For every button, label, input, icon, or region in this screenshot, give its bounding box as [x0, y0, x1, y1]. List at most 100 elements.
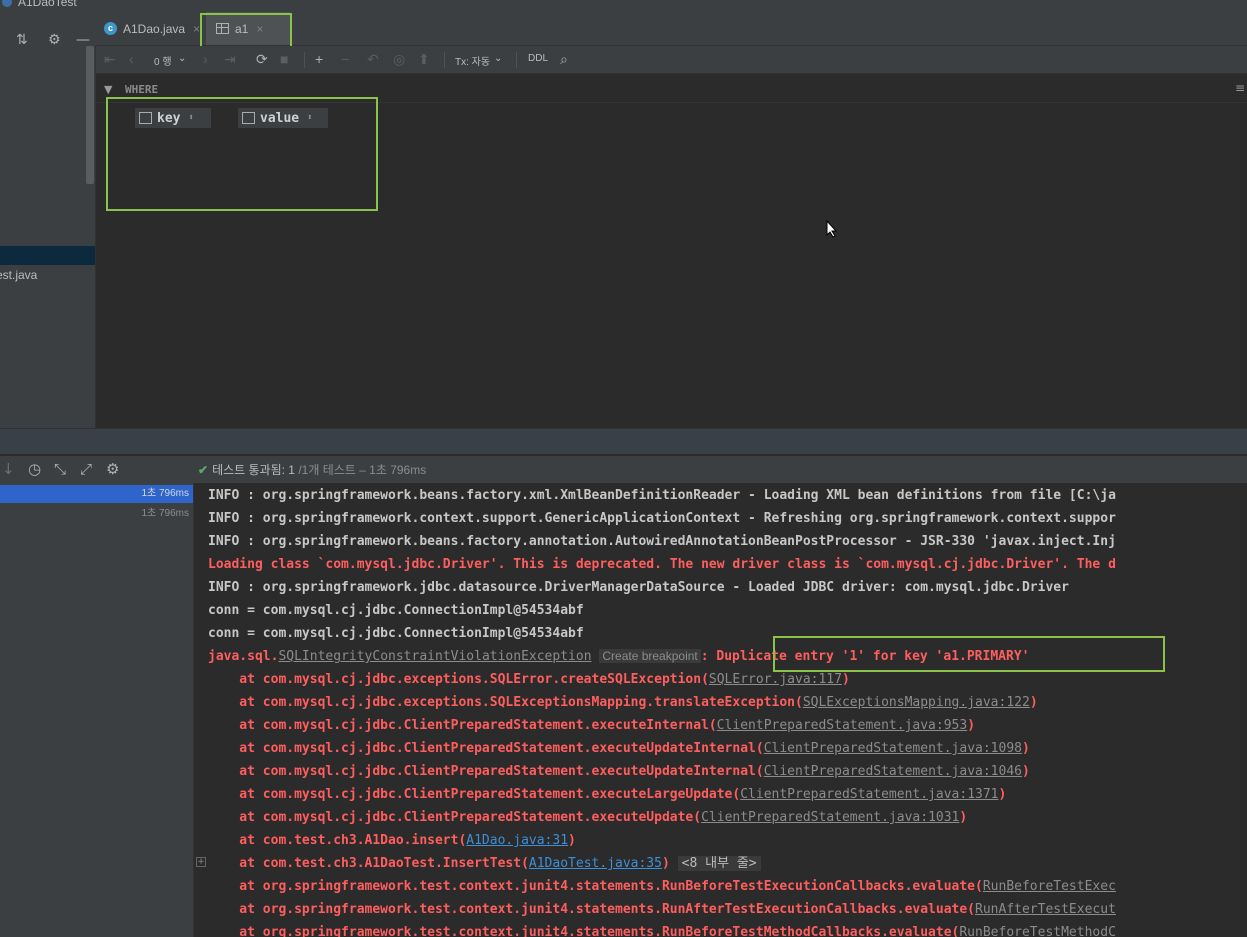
tab-label: A1Dao.java — [123, 21, 186, 36]
next-page-icon[interactable]: › — [203, 51, 208, 67]
transaction-mode-select[interactable]: Tx: 자동 — [455, 53, 490, 68]
first-page-icon[interactable]: ⇤ — [104, 51, 116, 67]
project-panel — [0, 12, 96, 428]
project-scrollbar[interactable] — [86, 46, 94, 184]
revert-icon[interactable]: ↶ — [367, 51, 379, 67]
last-page-icon[interactable]: ⇥ — [224, 51, 236, 67]
java-class-icon: c — [104, 22, 117, 35]
stack-frame: at org.springframework.test.context.juni… — [208, 921, 1116, 937]
project-tree-selected-row[interactable] — [0, 246, 95, 265]
stack-method: at com.mysql.cj.jdbc.ClientPreparedState… — [208, 787, 741, 802]
source-link[interactable]: ClientPreparedStatement.java:1371 — [740, 787, 998, 802]
source-link[interactable]: RunBeforeTestMethodC — [959, 925, 1116, 937]
where-label: WHERE — [125, 83, 159, 96]
source-link[interactable]: ClientPreparedStatement.java:1046 — [764, 764, 1022, 779]
stack-frame: at org.springframework.test.context.juni… — [208, 875, 1116, 898]
app-icon — [2, 0, 12, 7]
delete-row-icon[interactable]: − — [341, 51, 349, 67]
stack-frame: at com.test.ch3.A1DaoTest.InsertTest(A1D… — [208, 852, 761, 875]
status-pass: 테스트 통과됨: 1 — [212, 463, 295, 477]
history-icon[interactable]: ◷ — [28, 460, 41, 478]
stack-end: ) — [959, 810, 968, 825]
stack-method: at org.springframework.test.context.juni… — [208, 925, 960, 937]
tab-a1dao-java[interactable]: c A1Dao.java × — [104, 12, 200, 45]
source-link[interactable]: SQLError.java:117 — [709, 672, 842, 687]
console-output[interactable]: INFO : org.springframework.beans.factory… — [194, 483, 1247, 937]
add-row-icon[interactable]: + — [315, 51, 323, 67]
pane-divider[interactable] — [0, 428, 1247, 455]
stop-icon[interactable]: ■ — [280, 51, 288, 67]
test-tree-row[interactable]: 1초 796ms — [0, 505, 193, 523]
test-tree: 1초 796ms 1초 796ms — [0, 483, 194, 937]
source-link[interactable]: A1DaoTest.java:35 — [529, 856, 662, 871]
submit-icon[interactable]: ⬆ — [418, 51, 430, 67]
expand-icon[interactable]: + — [196, 857, 206, 867]
export-icon[interactable]: ⤢ — [80, 460, 92, 478]
next-failed-icon[interactable]: ↓ — [2, 460, 15, 478]
stack-method: at com.mysql.cj.jdbc.exceptions.SQLError… — [208, 672, 709, 687]
stack-frame: at com.mysql.cj.jdbc.ClientPreparedState… — [208, 714, 975, 737]
preview-changes-icon[interactable]: ◎ — [393, 51, 405, 67]
test-status: ✔ 테스트 통과됨: 1 /1개 테스트 – 1초 796ms — [198, 461, 426, 478]
stack-method: at com.mysql.cj.jdbc.exceptions.SQLExcep… — [208, 695, 803, 710]
console-line: Loading class `com.mysql.jdbc.Driver'. T… — [208, 557, 1116, 572]
stack-end: ) — [1021, 741, 1030, 756]
stack-frame: at com.mysql.cj.jdbc.ClientPreparedState… — [208, 806, 967, 829]
stack-method: at org.springframework.test.context.juni… — [208, 879, 983, 894]
row-count-select[interactable]: 0 행 — [154, 53, 172, 68]
stack-frame: at com.mysql.cj.jdbc.ClientPreparedState… — [208, 760, 1030, 783]
source-link[interactable]: A1Dao.java:31 — [466, 833, 568, 848]
status-detail: /1개 테스트 – 1초 796ms — [294, 463, 427, 477]
separator — [304, 52, 305, 68]
gear-icon[interactable]: ⚙ — [48, 32, 61, 48]
stack-frame: at com.mysql.cj.jdbc.ClientPreparedState… — [208, 737, 1030, 760]
close-icon[interactable]: × — [193, 22, 200, 36]
exception-prefix: java.sql. — [208, 649, 279, 664]
import-icon[interactable]: ⤡ — [54, 460, 66, 478]
filter-icon[interactable]: ▼ — [104, 83, 112, 96]
stack-frame: at org.springframework.test.context.juni… — [208, 898, 1116, 921]
collapse-icon[interactable]: ⁝ — [0, 32, 1, 48]
highlight-box-grid — [106, 97, 378, 211]
mouse-cursor-icon — [826, 220, 838, 238]
gear-icon[interactable]: ⚙ — [106, 460, 119, 478]
stack-end: ) — [967, 718, 976, 733]
source-link[interactable]: ClientPreparedStatement.java:1098 — [764, 741, 1022, 756]
ddl-button[interactable]: DDL — [528, 53, 548, 64]
collapsed-frames-button[interactable]: <8 내부 줄> — [677, 856, 761, 871]
title-bar: A1DaoTest — [0, 0, 1247, 12]
source-link[interactable]: ClientPreparedStatement.java:1031 — [701, 810, 959, 825]
expand-collapse-icon[interactable]: ⇅ — [16, 32, 28, 48]
source-link[interactable]: SQLExceptionsMapping.java:122 — [803, 695, 1030, 710]
menu-icon[interactable]: ≡ — [1235, 81, 1245, 95]
refresh-icon[interactable]: ⟳ — [256, 51, 268, 67]
console-line: INFO : org.springframework.beans.factory… — [208, 488, 1116, 503]
source-link[interactable]: RunAfterTestExecut — [975, 902, 1116, 917]
search-icon[interactable]: ⌕ — [560, 51, 568, 67]
console-line: INFO : org.springframework.jdbc.datasour… — [208, 580, 1069, 595]
stack-end: ) — [1021, 764, 1030, 779]
stack-frame: at com.mysql.cj.jdbc.exceptions.SQLError… — [208, 668, 850, 691]
stack-end: ) — [841, 672, 850, 687]
chevron-down-icon[interactable]: ⌄ — [178, 53, 186, 64]
stack-method: at com.mysql.cj.jdbc.ClientPreparedState… — [208, 741, 764, 756]
prev-page-icon[interactable]: ‹ — [129, 51, 134, 67]
exception-class-link[interactable]: SQLIntegrityConstraintViolationException — [278, 649, 591, 664]
stack-method: at org.springframework.test.context.juni… — [208, 902, 976, 917]
stack-end: ) — [1029, 695, 1038, 710]
console-line: conn = com.mysql.cj.jdbc.ConnectionImpl@… — [208, 603, 584, 618]
create-breakpoint-button[interactable]: Create breakpoint — [599, 649, 701, 663]
source-link[interactable]: ClientPreparedStatement.java:953 — [717, 718, 967, 733]
chevron-down-icon[interactable]: ⌄ — [494, 53, 502, 64]
console-line: INFO : org.springframework.beans.factory… — [208, 534, 1116, 549]
check-icon: ✔ — [198, 463, 209, 477]
stack-method: at com.mysql.cj.jdbc.ClientPreparedState… — [208, 718, 717, 733]
test-tree-row[interactable]: 1초 796ms — [0, 485, 193, 503]
stack-frame: at com.mysql.cj.jdbc.ClientPreparedState… — [208, 783, 1006, 806]
project-toolbar: ⁝ ⇅ ⚙ — — [0, 12, 96, 48]
run-toolbar: ↓ ◷ ⤡ ⤢ ⚙ — [0, 456, 1247, 483]
console-line: INFO : org.springframework.context.suppo… — [208, 511, 1116, 526]
source-link[interactable]: RunBeforeTestExec — [983, 879, 1116, 894]
project-tree-item[interactable]: Test.java — [0, 268, 37, 282]
separator — [444, 52, 445, 68]
